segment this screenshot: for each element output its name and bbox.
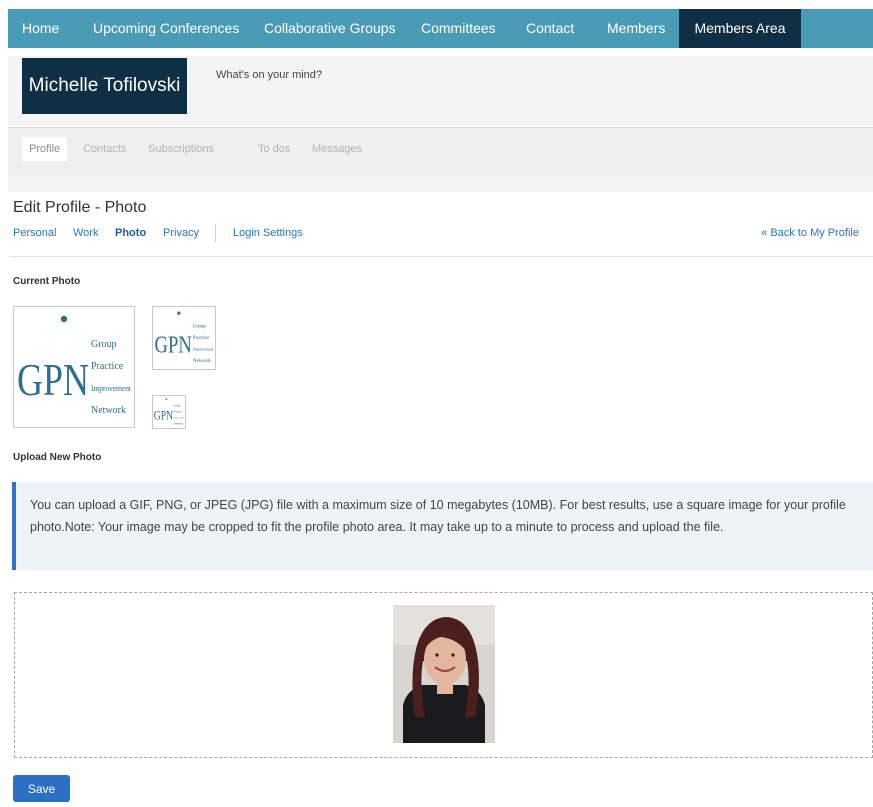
divider <box>10 256 873 257</box>
tab-contacts[interactable]: Contacts <box>83 137 126 161</box>
main-nav: Home Upcoming Conferences Collaborative … <box>8 9 873 48</box>
edit-tab-personal[interactable]: Personal <box>13 227 56 239</box>
tab-separator <box>215 224 216 242</box>
edit-tab-work[interactable]: Work <box>73 227 98 239</box>
logo-word-1-medium: Group <box>193 324 207 330</box>
nav-upcoming-conferences[interactable]: Upcoming Conferences <box>93 9 239 48</box>
photo-dropzone[interactable] <box>14 592 873 758</box>
tab-subscriptions[interactable]: Subscriptions <box>148 137 214 161</box>
current-photo-medium: GPN Group Practice Improvement Network <box>152 306 216 370</box>
profile-header: Michelle Tofilovski What's on your mind? <box>8 56 873 126</box>
status-prompt[interactable]: What's on your mind? <box>216 69 322 81</box>
logo-word-4-small: Network <box>174 422 184 425</box>
back-to-profile-link[interactable]: « Back to My Profile <box>761 227 859 239</box>
portrait-image <box>393 605 495 743</box>
logo-word-2-medium: Practice <box>193 335 210 341</box>
tab-todos[interactable]: To dos <box>258 137 290 161</box>
logo-word-3-medium: Improvement <box>193 346 214 351</box>
logo-word-2-small: Practice <box>174 411 183 414</box>
nav-members-area[interactable]: Members Area <box>679 9 801 48</box>
logo-word-3: Improvement <box>91 384 132 393</box>
nav-collaborative-groups[interactable]: Collaborative Groups <box>264 9 396 48</box>
profile-tabs: Profile Contacts Subscriptions To dos Me… <box>8 127 873 177</box>
tab-profile[interactable]: Profile <box>22 137 68 161</box>
profile-name: Michelle Tofilovski <box>22 58 187 114</box>
nav-members[interactable]: Members <box>607 9 665 48</box>
logo-mark-medium: GPN <box>155 332 192 358</box>
nav-contact[interactable]: Contact <box>526 9 574 48</box>
edit-tab-photo[interactable]: Photo <box>115 227 146 239</box>
logo-word-2: Practice <box>91 361 124 372</box>
current-photo-label: Current Photo <box>13 276 81 287</box>
logo-word-1-small: Group <box>174 405 181 408</box>
tab-messages[interactable]: Messages <box>312 137 362 161</box>
logo-mark: GPN <box>17 354 89 405</box>
edit-tab-login-settings[interactable]: Login Settings <box>233 227 303 239</box>
edit-tab-privacy[interactable]: Privacy <box>163 227 199 239</box>
nav-committees[interactable]: Committees <box>421 9 496 48</box>
logo-word-4: Network <box>91 405 126 416</box>
nav-home[interactable]: Home <box>22 9 59 48</box>
gpn-logo-medium: GPN Group Practice Improvement Network <box>155 311 214 364</box>
upload-info-notice: You can upload a GIF, PNG, or JPEG (JPG)… <box>12 482 873 570</box>
current-photo-large: GPN Group Practice Improvement Network <box>13 306 135 428</box>
upload-new-photo-label: Upload New Photo <box>13 452 102 463</box>
logo-mark-small: GPN <box>154 408 173 422</box>
page-title: Edit Profile - Photo <box>13 199 147 216</box>
logo-word-1: Group <box>91 339 117 350</box>
gpn-logo-small: GPN Group Practice Improvement Network <box>154 398 185 425</box>
current-photo-small: GPN Group Practice Improvement Network <box>152 395 186 429</box>
resize-handle-icon[interactable]: ⋮ <box>869 588 873 597</box>
divider-bar <box>8 176 873 192</box>
logo-word-4-medium: Network <box>193 358 211 364</box>
uploaded-photo-preview <box>393 605 495 743</box>
logo-word-3-small: Improvement <box>174 417 185 419</box>
save-button[interactable]: Save <box>13 775 70 802</box>
gpn-logo-large: GPN Group Practice Improvement Network <box>17 315 132 416</box>
